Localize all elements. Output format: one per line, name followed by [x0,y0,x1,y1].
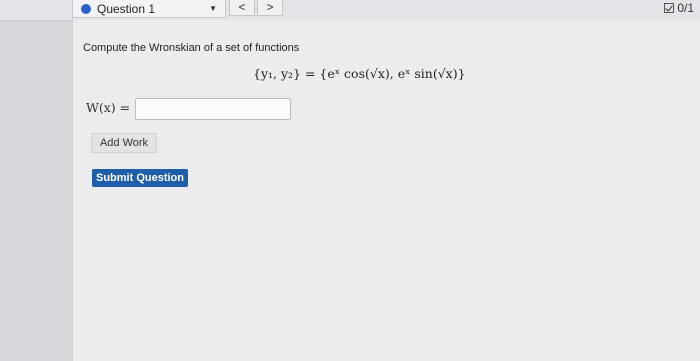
submit-question-button[interactable]: Submit Question [92,169,188,187]
question-status-dot [81,3,91,14]
answer-input[interactable] [135,98,291,120]
question-prompt: Compute the Wronskian of a set of functi… [83,42,300,54]
answer-label: W(x) = [86,100,131,115]
add-work-button[interactable]: Add Work [91,133,157,153]
score-display: 0/1 [664,1,694,15]
question-label: Question 1 [97,1,156,16]
next-question-button[interactable]: > [257,0,283,16]
previous-question-button[interactable]: < [229,0,255,16]
question-panel: Compute the Wronskian of a set of functi… [72,20,700,361]
top-bar: Question 1 ▼ < > 0/1 [0,0,700,21]
checkbox-icon [664,3,675,13]
question-selector[interactable]: Question 1 ▼ [72,0,226,18]
dropdown-caret-icon: ▼ [209,4,217,13]
function-set-formula: {y₁, y₂} = {eˣ cos(√x), eˣ sin(√x)} [253,66,466,81]
score-value: 0/1 [677,1,694,15]
